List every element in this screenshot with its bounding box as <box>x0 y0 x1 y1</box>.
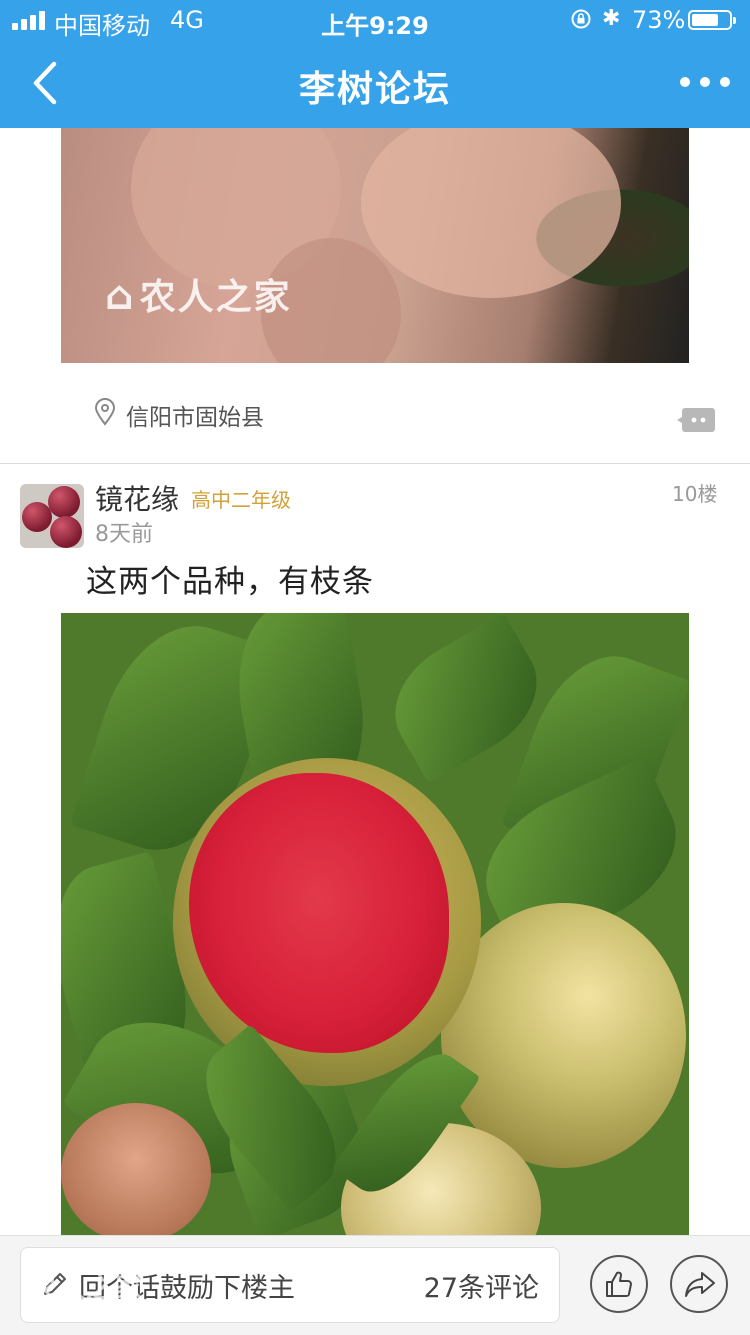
top-bar: 中国移动 4G 上午9:29 ✱ 73% 李树论坛 <box>0 0 750 128</box>
thumbs-up-icon <box>606 1271 632 1297</box>
pencil-icon <box>44 1273 66 1295</box>
post-content: 这两个品种，有枝条 <box>86 564 374 600</box>
watermark-logo-icon: ⌂ <box>105 273 136 319</box>
status-bar: 中国移动 4G 上午9:29 ✱ 73% <box>0 0 750 40</box>
post-image-plums[interactable] <box>61 613 689 1235</box>
rotation-lock-icon <box>571 9 591 29</box>
comment-count[interactable]: 27条评论 <box>424 1266 539 1305</box>
floor-number: 10楼 <box>672 482 718 506</box>
like-button[interactable] <box>590 1255 648 1313</box>
more-dots-icon[interactable] <box>680 74 732 90</box>
username[interactable]: 镜花缘 <box>95 478 179 518</box>
location-pin-icon <box>94 398 116 426</box>
bottom-bar: 回个话鼓励下楼主 27条评论 农人之家 <box>0 1235 750 1335</box>
avatar[interactable] <box>20 484 84 548</box>
location-text: 信阳市固始县 <box>126 405 264 431</box>
battery-icon <box>688 10 736 30</box>
share-arrow-icon <box>685 1272 715 1297</box>
reply-placeholder: 回个话鼓励下楼主 <box>79 1273 295 1304</box>
comment-icon[interactable] <box>676 406 716 434</box>
post-divider <box>0 463 750 464</box>
user-level-badge: 高中二年级 <box>191 488 291 512</box>
page-title: 李树论坛 <box>298 69 451 110</box>
watermark: ⌂ 农人之家 <box>105 273 292 319</box>
share-button[interactable] <box>670 1255 728 1313</box>
post-time: 8天前 <box>95 522 153 547</box>
bluetooth-icon: ✱ <box>602 6 621 31</box>
post-image-hand[interactable]: ⌂ 农人之家 <box>61 128 689 363</box>
reply-input[interactable]: 回个话鼓励下楼主 27条评论 <box>20 1247 560 1323</box>
battery-percent: 73% <box>632 6 686 34</box>
